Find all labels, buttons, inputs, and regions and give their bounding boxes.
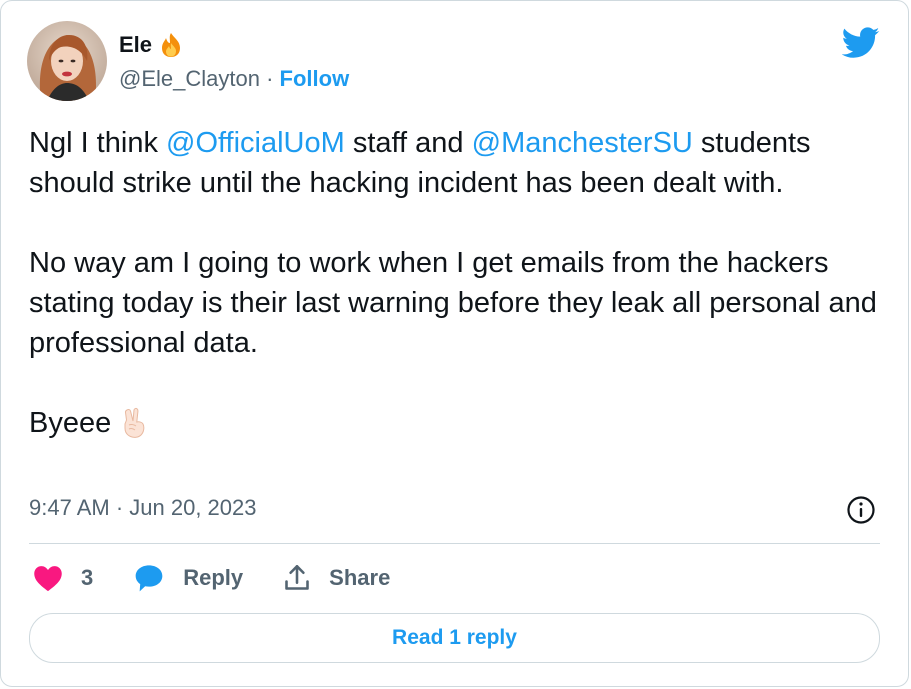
twitter-bird-icon[interactable] [841, 27, 880, 59]
heart-icon [34, 566, 62, 592]
author-info: Ele @Ele_Clayton · Follow [119, 30, 349, 92]
tweet-paragraph-1: Ngl I think @OfficialUoM staff and @Manc… [29, 123, 889, 203]
mention-officialuom[interactable]: @OfficialUoM [166, 127, 345, 159]
tweet-header: Ele @Ele_Clayton · Follow [27, 21, 349, 101]
share-icon [285, 565, 309, 590]
divider [29, 543, 880, 544]
like-button[interactable]: 3 [33, 564, 93, 592]
text-segment: Byeee [29, 407, 112, 439]
text-segment: staff and [344, 127, 472, 159]
text-segment: Ngl I think [29, 127, 166, 159]
tweet-paragraph-2: No way am I going to work when I get ema… [29, 247, 877, 359]
reply-bubble-icon [135, 565, 163, 592]
avatar[interactable] [27, 21, 107, 101]
reply-button[interactable]: Reply [133, 563, 243, 593]
display-name[interactable]: Ele [119, 32, 152, 58]
separator: · [259, 66, 280, 91]
tweet-text: Ngl I think @OfficialUoM staff and @Manc… [29, 123, 889, 443]
action-bar: 3 Reply Share [33, 561, 430, 595]
tweet-timestamp[interactable]: 9:47 AM · Jun 20, 2023 [29, 495, 257, 521]
handle[interactable]: @Ele_Clayton [119, 66, 260, 91]
info-icon[interactable] [846, 495, 876, 525]
fire-emoji [158, 32, 184, 58]
reply-label: Reply [183, 565, 244, 590]
like-count: 3 [81, 565, 94, 590]
read-replies-button[interactable]: Read 1 reply [29, 613, 880, 663]
tweet-paragraph-3: Byeee [29, 403, 889, 443]
follow-button[interactable]: Follow [280, 66, 350, 91]
mention-manchestersu[interactable]: @ManchesterSU [472, 127, 693, 159]
handle-row: @Ele_Clayton · Follow [119, 66, 349, 92]
peace-hand-emoji [117, 406, 151, 440]
share-button[interactable]: Share [283, 563, 390, 593]
share-label: Share [329, 565, 391, 590]
tweet-card: Ele @Ele_Clayton · Follow Ngl I think @O… [0, 0, 909, 687]
name-row: Ele [119, 30, 349, 60]
